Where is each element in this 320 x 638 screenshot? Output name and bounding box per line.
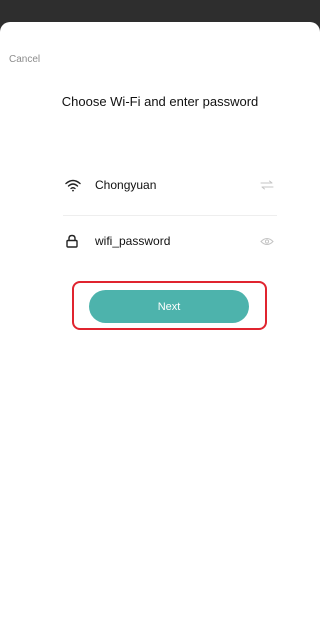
- password-value[interactable]: wifi_password: [95, 234, 259, 248]
- next-button[interactable]: Next: [89, 290, 249, 323]
- divider: [63, 215, 277, 216]
- eye-icon[interactable]: [259, 234, 275, 248]
- switch-network-icon[interactable]: [259, 178, 275, 192]
- page-title: Choose Wi-Fi and enter password: [61, 94, 259, 109]
- wifi-network-row[interactable]: Chongyuan: [63, 169, 277, 201]
- password-field[interactable]: wifi_password: [63, 225, 277, 257]
- lock-icon: [65, 232, 87, 250]
- cancel-button[interactable]: Cancel: [9, 54, 40, 65]
- wifi-setup-sheet: Cancel Choose Wi-Fi and enter password C…: [0, 22, 320, 638]
- wifi-icon: [65, 176, 87, 194]
- screen: Cancel Choose Wi-Fi and enter password C…: [0, 0, 320, 638]
- wifi-ssid: Chongyuan: [95, 178, 157, 192]
